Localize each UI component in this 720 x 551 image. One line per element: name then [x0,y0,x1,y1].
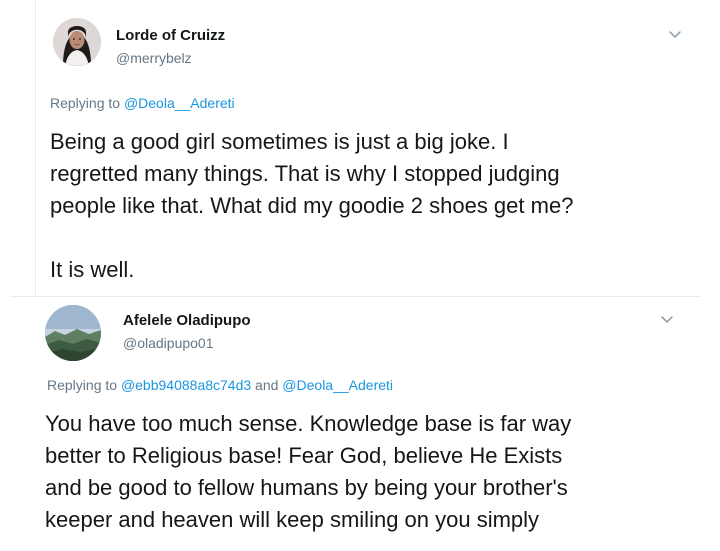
replying-to-conjunction: and [251,377,283,393]
avatar-landscape-image [45,305,101,361]
user-handle[interactable]: @oladipupo01 [123,335,214,351]
user-handle[interactable]: @merrybelz [116,50,192,66]
replying-to: Replying to @ebb94088a8c74d3 and @Deola_… [47,377,393,393]
tweet-text: Being a good girl sometimes is just a bi… [50,126,690,286]
tweet-text-line: regretted many things. That is why I sto… [50,161,560,186]
tweet-text-line: better to Religious base! Fear God, beli… [45,443,563,468]
display-name[interactable]: Lorde of Cruizz [116,27,225,44]
chevron-down-icon[interactable] [668,30,682,40]
replying-to-label: Replying to [47,377,121,393]
tweet-card[interactable]: Afelele Oladipupo @oladipupo01 Replying … [10,296,700,551]
replying-to: Replying to @Deola__Adereti [50,95,235,111]
tweet-text-line: people like that. What did my goodie 2 s… [50,193,574,218]
tweet-card[interactable]: Lorde of Cruizz @merrybelz Replying to @… [35,0,701,296]
mention-link[interactable]: @Deola__Adereti [124,95,235,111]
tweet-text-line: It is well. [50,257,135,282]
avatar[interactable] [45,305,101,361]
display-name[interactable]: Afelele Oladipupo [123,312,251,329]
mention-link[interactable]: @Deola__Adereti [282,377,393,393]
tweet-text-line: keeper and heaven will keep smiling on y… [45,507,540,532]
tweet-text-line: You have too much sense. Knowledge base … [45,411,572,436]
tweet-text-line [50,222,690,254]
tweet-text-line: and be good to fellow humans by being yo… [45,475,568,500]
tweet-text-line: Being a good girl sometimes is just a bi… [50,129,509,154]
avatar[interactable] [53,18,101,66]
tweet-text: You have too much sense. Knowledge base … [45,408,695,536]
mention-link[interactable]: @ebb94088a8c74d3 [121,377,251,393]
avatar-portrait-image [53,18,101,66]
replying-to-label: Replying to [50,95,124,111]
chevron-down-icon[interactable] [660,315,674,325]
